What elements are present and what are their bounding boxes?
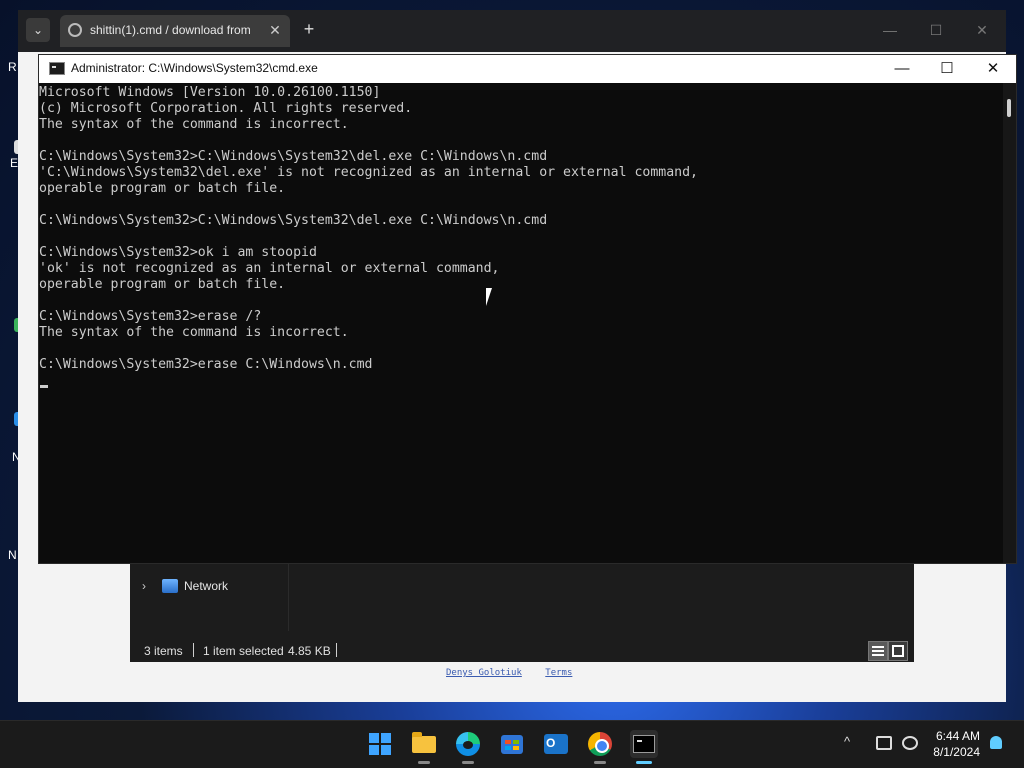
running-indicator xyxy=(594,761,606,764)
browser-minimize-button[interactable]: — xyxy=(878,20,902,40)
taskbar-outlook[interactable] xyxy=(542,730,570,758)
status-selected: 1 item selected xyxy=(203,644,284,658)
desktop-label: N xyxy=(8,548,17,562)
console-line: C:\Windows\System32>erase /? xyxy=(39,309,262,324)
browser-close-button[interactable]: ✕ xyxy=(970,20,994,40)
console-line: C:\Windows\System32>erase C:\Windows\n.c… xyxy=(39,357,373,372)
tab-title: shittin(1).cmd / download from xyxy=(90,23,251,37)
pane-divider[interactable] xyxy=(288,563,289,631)
console-line: 'C:\Windows\System32\del.exe' is not rec… xyxy=(39,165,698,180)
browser-tab[interactable]: shittin(1).cmd / download from ✕ xyxy=(60,15,290,47)
cmd-maximize-button[interactable]: ☐ xyxy=(935,59,959,79)
running-indicator xyxy=(462,761,474,764)
console-line: C:\Windows\System32>C:\Windows\System32\… xyxy=(39,149,548,164)
nav-item-label: Network xyxy=(184,579,229,593)
tiles-view-icon xyxy=(892,645,904,657)
details-view-button[interactable] xyxy=(868,641,888,661)
details-view-icon xyxy=(872,646,884,656)
console-line: (c) Microsoft Corporation. All rights re… xyxy=(39,101,413,116)
start-button[interactable] xyxy=(366,730,394,758)
volume-muted-icon[interactable] xyxy=(902,736,918,750)
desktop-label: R xyxy=(8,60,17,74)
network-status-icon[interactable] xyxy=(876,736,892,750)
taskbar-file-explorer[interactable] xyxy=(410,730,438,764)
show-hidden-icons-button[interactable]: ^ xyxy=(844,734,850,749)
clock-time[interactable]: 6:44 AM xyxy=(930,729,980,743)
taskbar-edge[interactable] xyxy=(454,730,482,764)
cmd-scrollbar[interactable] xyxy=(1003,83,1016,563)
mouse-pointer-icon xyxy=(486,288,498,306)
browser-maximize-button[interactable]: ☐ xyxy=(924,20,948,40)
file-explorer-icon xyxy=(412,732,436,753)
cmd-minimize-button[interactable]: — xyxy=(890,59,914,79)
console-line: C:\Windows\System32>C:\Windows\System32\… xyxy=(39,213,548,228)
console-line: operable program or batch file. xyxy=(39,277,286,292)
tiles-view-button[interactable] xyxy=(888,641,908,661)
new-tab-button[interactable]: + xyxy=(298,19,320,41)
active-indicator xyxy=(636,761,652,764)
status-size: 4.85 KB xyxy=(288,644,331,658)
console-line: Microsoft Windows [Version 10.0.26100.11… xyxy=(39,85,381,100)
console-line: The syntax of the command is incorrect. xyxy=(39,325,349,340)
footer-link-terms[interactable]: Terms xyxy=(545,668,572,678)
console-line: C:\Windows\System32>ok i am stoopid xyxy=(39,245,317,260)
tab-close-button[interactable]: ✕ xyxy=(266,21,284,39)
scrollbar-thumb[interactable] xyxy=(1007,99,1011,117)
console-output[interactable]: Microsoft Windows [Version 10.0.26100.11… xyxy=(39,83,1001,563)
console-line: 'ok' is not recognized as an internal or… xyxy=(39,261,500,276)
page-footer-links: Denys Golotiuk Terms xyxy=(446,668,590,678)
tab-list-dropdown-button[interactable]: ⌄ xyxy=(26,18,50,42)
console-line: operable program or batch file. xyxy=(39,181,286,196)
taskbar-store[interactable] xyxy=(498,730,526,758)
text-cursor xyxy=(40,385,48,388)
status-item-count: 3 items xyxy=(144,644,183,658)
cmd-title-bar[interactable]: Administrator: C:\Windows\System32\cmd.e… xyxy=(39,55,1016,83)
taskbar-chrome[interactable] xyxy=(586,730,614,764)
outlook-icon xyxy=(544,734,568,754)
desktop-label: E xyxy=(10,156,19,170)
globe-icon xyxy=(68,23,82,37)
status-bar: 3 items 1 item selected 4.85 KB xyxy=(130,641,914,662)
cmd-window: Administrator: C:\Windows\System32\cmd.e… xyxy=(38,54,1017,564)
browser-tab-bar: ⌄ shittin(1).cmd / download from ✕ + — ☐… xyxy=(18,10,1006,52)
file-explorer-window: › Network 3 items 1 item selected 4.85 K… xyxy=(130,563,914,662)
taskbar-terminal[interactable] xyxy=(630,730,658,764)
edge-icon xyxy=(456,732,480,756)
clock-date[interactable]: 8/1/2024 xyxy=(924,745,980,759)
status-separator xyxy=(336,643,337,657)
status-separator xyxy=(193,643,194,657)
terminal-icon xyxy=(633,735,655,753)
console-icon[interactable] xyxy=(49,62,65,75)
console-line: The syntax of the command is incorrect. xyxy=(39,117,349,132)
footer-link-author[interactable]: Denys Golotiuk xyxy=(446,668,522,678)
cmd-close-button[interactable]: ✕ xyxy=(981,59,1005,79)
running-indicator xyxy=(418,761,430,764)
store-icon xyxy=(501,735,523,754)
network-icon xyxy=(162,579,178,593)
cmd-window-title: Administrator: C:\Windows\System32\cmd.e… xyxy=(71,61,318,75)
nav-item-network[interactable]: › Network xyxy=(140,577,280,597)
notification-bell-icon[interactable] xyxy=(990,736,1002,749)
chevron-right-icon[interactable]: › xyxy=(142,579,146,593)
start-icon xyxy=(369,733,391,755)
chrome-icon xyxy=(588,732,612,756)
